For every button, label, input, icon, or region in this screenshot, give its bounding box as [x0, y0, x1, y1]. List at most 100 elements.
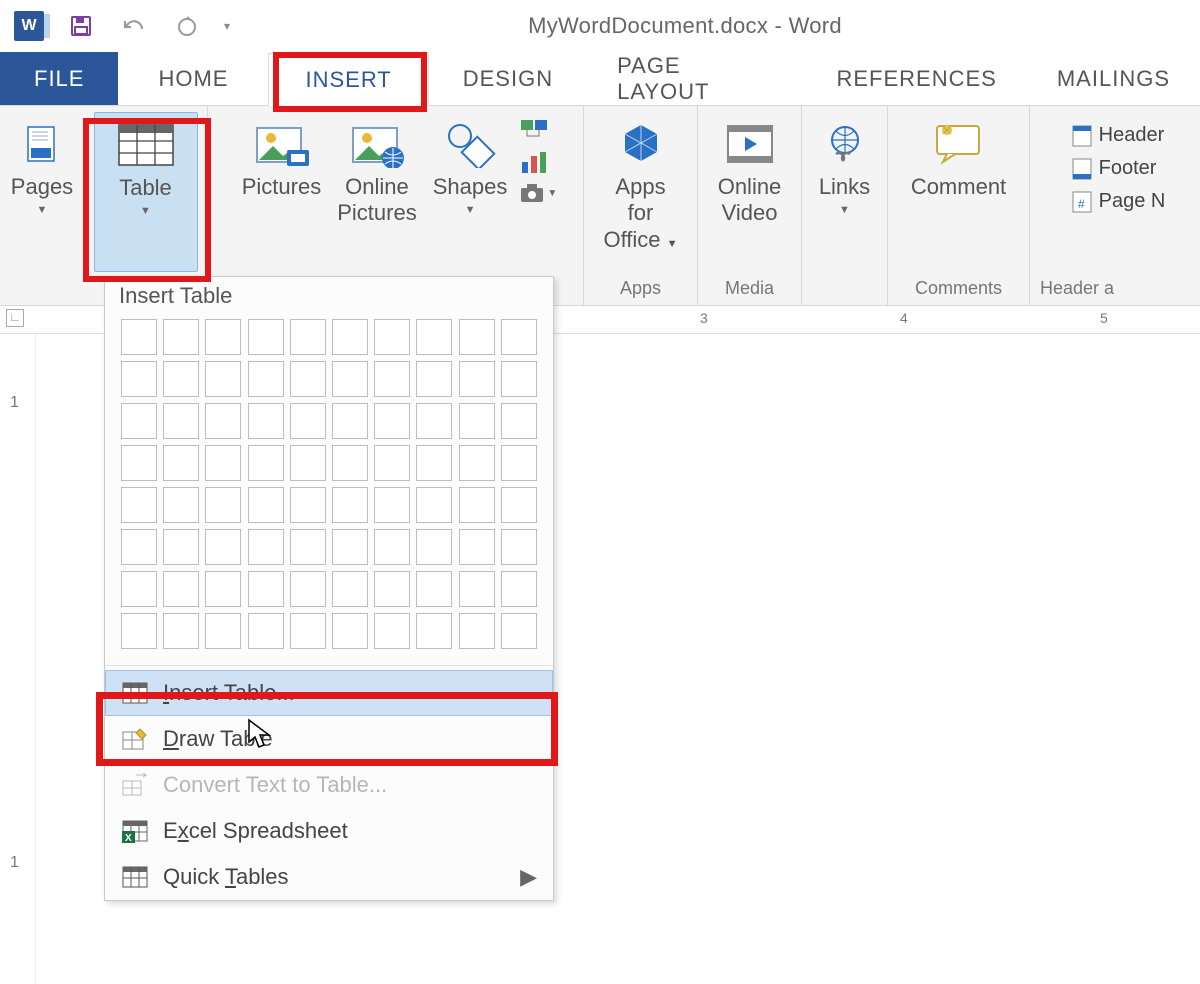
- grid-cell[interactable]: [374, 319, 410, 355]
- grid-cell[interactable]: [163, 571, 199, 607]
- links-button[interactable]: Links ▼: [802, 112, 888, 224]
- grid-cell[interactable]: [501, 571, 537, 607]
- undo-button[interactable]: [122, 15, 150, 37]
- menu-excel-spreadsheet[interactable]: X Excel Spreadsheet: [105, 808, 553, 854]
- grid-cell[interactable]: [290, 487, 326, 523]
- grid-cell[interactable]: [501, 361, 537, 397]
- grid-cell[interactable]: [416, 445, 452, 481]
- grid-cell[interactable]: [416, 319, 452, 355]
- grid-cell[interactable]: [205, 487, 241, 523]
- grid-cell[interactable]: [459, 403, 495, 439]
- grid-cell[interactable]: [501, 487, 537, 523]
- grid-cell[interactable]: [248, 445, 284, 481]
- page-number-button[interactable]: # Page N: [1065, 188, 1172, 215]
- grid-cell[interactable]: [163, 361, 199, 397]
- tab-references[interactable]: REFERENCES: [807, 52, 1027, 105]
- grid-cell[interactable]: [121, 487, 157, 523]
- grid-cell[interactable]: [374, 487, 410, 523]
- grid-cell[interactable]: [248, 319, 284, 355]
- grid-cell[interactable]: [416, 487, 452, 523]
- table-size-grid[interactable]: [105, 319, 553, 661]
- grid-cell[interactable]: [290, 529, 326, 565]
- grid-cell[interactable]: [501, 613, 537, 649]
- grid-cell[interactable]: [332, 445, 368, 481]
- grid-cell[interactable]: [248, 487, 284, 523]
- grid-cell[interactable]: [290, 613, 326, 649]
- grid-cell[interactable]: [374, 445, 410, 481]
- online-video-button[interactable]: OnlineVideo: [707, 112, 793, 235]
- grid-cell[interactable]: [290, 571, 326, 607]
- grid-cell[interactable]: [459, 487, 495, 523]
- table-button[interactable]: Table ▼: [94, 112, 198, 272]
- tab-file[interactable]: FILE: [0, 52, 118, 105]
- grid-cell[interactable]: [416, 529, 452, 565]
- grid-cell[interactable]: [163, 403, 199, 439]
- grid-cell[interactable]: [332, 571, 368, 607]
- footer-button[interactable]: Footer: [1065, 155, 1163, 182]
- grid-cell[interactable]: [163, 487, 199, 523]
- grid-cell[interactable]: [205, 571, 241, 607]
- grid-cell[interactable]: [501, 529, 537, 565]
- grid-cell[interactable]: [501, 445, 537, 481]
- grid-cell[interactable]: [332, 319, 368, 355]
- grid-cell[interactable]: [121, 445, 157, 481]
- grid-cell[interactable]: [332, 487, 368, 523]
- redo-button[interactable]: [174, 14, 200, 38]
- grid-cell[interactable]: [459, 445, 495, 481]
- grid-cell[interactable]: [248, 529, 284, 565]
- tab-design[interactable]: DESIGN: [429, 52, 587, 105]
- save-button[interactable]: [68, 13, 94, 39]
- grid-cell[interactable]: [163, 613, 199, 649]
- grid-cell[interactable]: [248, 361, 284, 397]
- grid-cell[interactable]: [416, 613, 452, 649]
- grid-cell[interactable]: [374, 529, 410, 565]
- grid-cell[interactable]: [332, 529, 368, 565]
- grid-cell[interactable]: [374, 403, 410, 439]
- grid-cell[interactable]: [205, 613, 241, 649]
- smartart-button[interactable]: [519, 118, 557, 144]
- grid-cell[interactable]: [459, 361, 495, 397]
- grid-cell[interactable]: [248, 403, 284, 439]
- pages-button[interactable]: Pages ▼: [0, 112, 85, 224]
- grid-cell[interactable]: [121, 529, 157, 565]
- grid-cell[interactable]: [205, 361, 241, 397]
- tab-selector[interactable]: ∟: [6, 309, 24, 327]
- grid-cell[interactable]: [416, 403, 452, 439]
- grid-cell[interactable]: [248, 571, 284, 607]
- grid-cell[interactable]: [374, 571, 410, 607]
- grid-cell[interactable]: [332, 613, 368, 649]
- grid-cell[interactable]: [121, 319, 157, 355]
- tab-mailings[interactable]: MAILINGS: [1027, 52, 1200, 105]
- grid-cell[interactable]: [163, 529, 199, 565]
- grid-cell[interactable]: [121, 571, 157, 607]
- tab-home[interactable]: HOME: [118, 52, 268, 105]
- grid-cell[interactable]: [416, 361, 452, 397]
- grid-cell[interactable]: [374, 361, 410, 397]
- grid-cell[interactable]: [121, 613, 157, 649]
- grid-cell[interactable]: [459, 319, 495, 355]
- grid-cell[interactable]: [205, 319, 241, 355]
- menu-insert-table[interactable]: Insert Table...: [105, 670, 553, 716]
- grid-cell[interactable]: [416, 571, 452, 607]
- grid-cell[interactable]: [290, 403, 326, 439]
- menu-quick-tables[interactable]: Quick Tables ▶: [105, 854, 553, 900]
- tab-page-layout[interactable]: PAGE LAYOUT: [587, 52, 806, 105]
- grid-cell[interactable]: [332, 361, 368, 397]
- vertical-ruler[interactable]: 1 1: [0, 334, 36, 984]
- grid-cell[interactable]: [459, 529, 495, 565]
- header-button[interactable]: Header: [1065, 122, 1171, 149]
- screenshot-button[interactable]: ▼: [519, 182, 557, 204]
- grid-cell[interactable]: [121, 361, 157, 397]
- pictures-button[interactable]: Pictures: [234, 112, 329, 235]
- grid-cell[interactable]: [205, 529, 241, 565]
- comment-button[interactable]: Comment: [903, 112, 1014, 208]
- grid-cell[interactable]: [290, 445, 326, 481]
- grid-cell[interactable]: [332, 403, 368, 439]
- apps-for-office-button[interactable]: Apps forOffice ▼: [594, 112, 687, 261]
- grid-cell[interactable]: [501, 403, 537, 439]
- grid-cell[interactable]: [459, 571, 495, 607]
- grid-cell[interactable]: [248, 613, 284, 649]
- grid-cell[interactable]: [290, 361, 326, 397]
- chart-button[interactable]: [519, 150, 557, 176]
- grid-cell[interactable]: [163, 319, 199, 355]
